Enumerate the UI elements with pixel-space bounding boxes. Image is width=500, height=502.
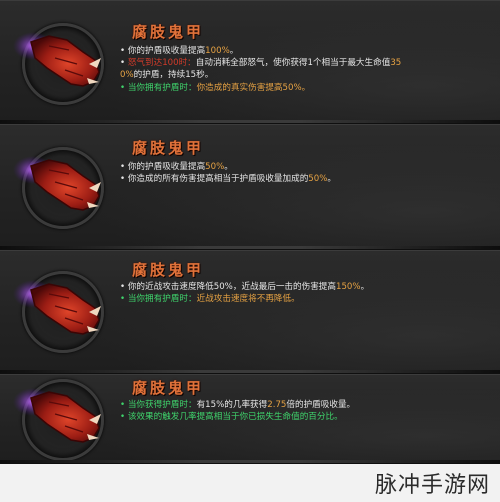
description-segment: 你造成的所有伤害提高相当于护盾吸收量加成的	[127, 174, 309, 185]
demon-gauntlet-icon	[13, 280, 101, 335]
item-icon-frame	[13, 23, 104, 105]
description-line: • 当你拥有护盾时：你造成的真实伤害提高50%。	[120, 82, 495, 94]
description-segment: 近战攻击速度将不再降低。	[196, 294, 300, 305]
description-segment: 150%	[335, 282, 361, 292]
item-description: • 当你获得护盾时：有15%的几率获得2.75倍的护盾吸收量。 • 该效果的触发几…	[120, 399, 495, 423]
item-description: • 你的护盾吸收量提高50%。 • 你造成的所有伤害提高相当于护盾吸收量加成的50…	[120, 161, 495, 185]
description-segment: 50%	[308, 174, 328, 185]
description-segment: •	[120, 400, 128, 410]
description-line: • 你的护盾吸收量提高50%。	[120, 161, 495, 173]
item-name: 腐肢鬼甲	[132, 139, 205, 157]
item-card-4: 腐肢鬼甲 • 当你获得护盾时：有15%的几率获得2.75倍的护盾吸收量。 • 该效…	[0, 374, 500, 464]
description-segment: •	[120, 174, 128, 185]
description-line: • 当你获得护盾时：有15%的几率获得2.75倍的护盾吸收量。	[120, 399, 495, 411]
demon-gauntlet-icon	[13, 32, 101, 87]
description-segment: •	[120, 162, 128, 172]
item-name: 腐肢鬼甲	[132, 23, 205, 41]
description-line: • 当你拥有护盾时：近战攻击速度将不再降低。	[120, 293, 495, 305]
site-watermark: 脉冲手游网	[374, 473, 490, 498]
description-segment: 。	[224, 162, 233, 172]
item-card-1: 腐肢鬼甲 • 你的护盾吸收量提高100%。 • 怒气到达100时：自动消耗全部怒气…	[0, 0, 500, 124]
description-segment: 倍的护盾吸收量。	[286, 400, 356, 410]
description-segment: 你的近战攻击速度降低50%，近战最后一击的伤害提高	[127, 282, 336, 292]
item-name: 腐肢鬼甲	[132, 379, 205, 397]
item-icon-frame	[13, 379, 104, 461]
description-segment: 你造成的真实伤害提高50%。	[196, 82, 311, 93]
item-card-3: 腐肢鬼甲 • 你的近战攻击速度降低50%，近战最后一击的伤害提高150%。 • 当…	[0, 250, 500, 374]
description-segment: 0%	[120, 70, 134, 81]
description-segment: 当你拥有护盾时：	[127, 294, 197, 305]
description-segment: 怒气到达100时：	[127, 58, 196, 69]
item-card-2: 腐肢鬼甲 • 你的护盾吸收量提高50%。 • 你造成的所有伤害提高相当于护盾吸收量…	[0, 124, 500, 250]
description-line: 0%的护盾，持续15秒。	[120, 69, 495, 81]
description-segment: 该效果的触发几率提高相当于你已损失生命值的百分比。	[127, 412, 343, 423]
description-segment: 当你拥有护盾时：	[127, 82, 197, 93]
description-segment: 你的护盾吸收量提高	[127, 46, 206, 56]
description-segment: •	[120, 412, 128, 423]
description-segment: 的护盾，持续15秒。	[133, 70, 214, 81]
description-segment: •	[120, 58, 128, 69]
item-name: 腐肢鬼甲	[132, 261, 205, 279]
description-line: • 该效果的触发几率提高相当于你已损失生命值的百分比。	[120, 411, 495, 423]
description-line: • 你的护盾吸收量提高100%。	[120, 45, 495, 57]
description-segment: 有15%的几率获得	[196, 400, 268, 410]
demon-gauntlet-icon	[13, 388, 101, 443]
description-segment: 50%	[205, 162, 225, 172]
description-segment: 你的护盾吸收量提高	[127, 162, 206, 172]
description-segment: 35	[390, 58, 402, 69]
description-segment: •	[120, 82, 128, 93]
item-icon-frame	[13, 271, 104, 353]
description-segment: •	[120, 294, 128, 305]
description-segment: 2.75	[267, 400, 287, 410]
description-segment: 。	[360, 282, 370, 292]
item-icon-frame	[13, 147, 104, 229]
description-segment: 100%	[205, 46, 230, 56]
description-segment: 。	[327, 174, 337, 185]
description-segment: •	[120, 46, 128, 56]
item-description: • 你的近战攻击速度降低50%，近战最后一击的伤害提高150%。 • 当你拥有护盾…	[120, 281, 495, 305]
item-description: • 你的护盾吸收量提高100%。 • 怒气到达100时：自动消耗全部怒气，使你获得…	[120, 45, 495, 94]
description-segment: 。	[229, 46, 239, 56]
description-line: • 怒气到达100时：自动消耗全部怒气，使你获得1个相当于最大生命值35	[120, 57, 495, 69]
description-line: • 你造成的所有伤害提高相当于护盾吸收量加成的50%。	[120, 173, 495, 185]
description-segment: •	[120, 282, 128, 292]
description-line: • 你的近战攻击速度降低50%，近战最后一击的伤害提高150%。	[120, 281, 495, 293]
description-segment: 当你获得护盾时：	[127, 400, 197, 410]
description-segment: 自动消耗全部怒气，使你获得1个相当于最大生命值	[195, 58, 391, 69]
demon-gauntlet-icon	[13, 156, 101, 211]
